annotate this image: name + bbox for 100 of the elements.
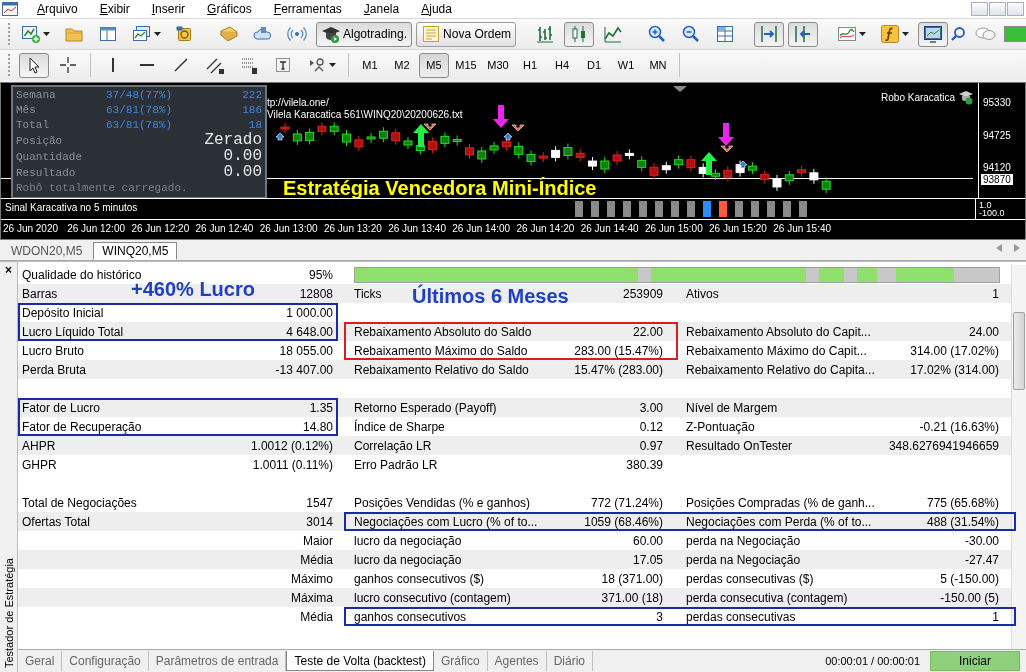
document-list-icon — [421, 24, 442, 44]
stat-label: Rebaixamento Máximo do Capit... — [686, 343, 867, 358]
info-value: 222 — [241, 88, 262, 103]
scrollbar[interactable] — [1011, 265, 1026, 649]
up-marker-icon — [738, 160, 748, 169]
stat-label: Rebaixamento Máximo do Saldo — [354, 343, 528, 358]
stat-label: Máxima — [291, 590, 333, 605]
toolbar-button[interactable] — [19, 52, 49, 78]
menu-item[interactable]: Janela — [352, 2, 411, 16]
tester-tab[interactable]: Teste de Volta (backtest) — [286, 651, 434, 671]
stat-label: perdas consecutivas — [686, 609, 796, 624]
start-button[interactable]: Iniciar — [930, 651, 1020, 671]
stat-value: 371.00 (18) — [601, 590, 663, 605]
timeframe-button[interactable]: D1 — [579, 52, 609, 78]
menu-item[interactable]: Arquivo — [26, 2, 89, 16]
stat-value: 22.00 — [632, 324, 663, 339]
candle — [760, 169, 770, 184]
candle — [403, 136, 413, 150]
time-label: 26 Jun 15:40 — [773, 223, 832, 234]
timeframe-button[interactable]: M1 — [355, 52, 385, 78]
chart-plus-icon — [21, 24, 41, 44]
time-label: 26 Jun 15:20 — [709, 223, 767, 234]
chart-window-icon — [132, 24, 152, 44]
candle — [674, 155, 684, 170]
timeframe-button[interactable]: H4 — [547, 52, 577, 78]
stat-label: AHPR — [22, 438, 56, 453]
down-marker-icon — [423, 123, 437, 131]
stat-value: 0.12 — [639, 419, 663, 434]
stat-value: 488 (31.54%) — [926, 514, 999, 529]
time-label: 26 Jun 12:00 — [67, 223, 125, 234]
timeframe-button[interactable]: H1 — [515, 52, 545, 78]
stat-label: Fator de Recuperação — [22, 419, 142, 434]
tester-tab[interactable]: Agentes — [487, 651, 547, 671]
timeframe-button[interactable]: M2 — [387, 52, 417, 78]
menu-item[interactable]: Ajuda — [410, 2, 463, 16]
tester-tab[interactable]: Diário — [546, 651, 593, 671]
menu-item[interactable]: Gráficos — [196, 2, 263, 16]
candle — [317, 121, 327, 136]
close-button[interactable]: × — [5, 264, 12, 276]
candle — [686, 155, 696, 173]
vertical-line-icon — [112, 58, 114, 72]
caret-icon — [43, 32, 50, 36]
stat-value: 15.47% (283.00) — [574, 362, 663, 377]
candle — [292, 129, 302, 146]
candle — [809, 168, 819, 185]
toolbar-button[interactable] — [564, 21, 595, 47]
menu-item[interactable]: Inserir — [140, 2, 197, 16]
toolbar-button[interactable] — [754, 21, 785, 47]
candle — [305, 127, 315, 145]
info-label: Resultado — [16, 166, 77, 181]
stat-value: -0.21 (16.63%) — [919, 419, 999, 434]
stat-value: 1059 (68.46%) — [584, 514, 663, 529]
function-icon — [880, 24, 901, 44]
stat-value: 17.02% (314.00) — [910, 362, 999, 377]
menu-item[interactable]: Ferramentas — [262, 2, 353, 16]
stat-label: Negociações com Perda (% of to... — [686, 514, 872, 529]
monitor-icon — [923, 24, 944, 44]
stat-value: -150.00 (5) — [940, 590, 999, 605]
stat-label: Correlação LR — [354, 438, 432, 453]
tester-tab[interactable]: Gráfico — [433, 651, 488, 671]
timeframe-button[interactable]: M15 — [451, 52, 481, 78]
search-icon[interactable] — [950, 26, 967, 42]
info-label: Mês — [16, 103, 37, 118]
window-icon — [98, 24, 118, 44]
algotrading-button[interactable]: Algotrading. — [316, 21, 413, 47]
stat-label: Z-Pontuação — [686, 419, 755, 434]
new-order-button[interactable]: Nova Ordem — [416, 21, 517, 47]
stat-value: 1 — [992, 286, 999, 301]
up-marker-icon — [275, 132, 285, 141]
chart-tab[interactable]: WINQ20,M5 — [93, 242, 178, 260]
candle — [784, 170, 794, 186]
chart-tab[interactable]: WDON20,M5 — [2, 242, 92, 260]
info-value: 63/81(78%) — [106, 103, 173, 118]
stat-value: 1.35 — [309, 400, 333, 415]
timeframe-button[interactable]: MN — [643, 52, 673, 78]
toolbar-button[interactable] — [918, 21, 949, 47]
bar-chart-icon — [535, 24, 556, 44]
toolbar-button[interactable] — [788, 21, 819, 47]
tester-tab[interactable]: Configuração — [62, 651, 149, 671]
stat-label: Lucro Líquido Total — [22, 324, 124, 339]
stat-label: perda na Negociação — [686, 533, 801, 548]
triangle-marker-icon — [673, 86, 687, 92]
graduation-cap-icon — [321, 24, 341, 44]
timeframe-button[interactable]: M30 — [483, 52, 513, 78]
up-marker-icon — [503, 132, 513, 141]
caret-icon — [902, 32, 910, 36]
stat-value: 3014 — [306, 514, 333, 529]
price-tick: 94120 — [983, 162, 1011, 173]
candle — [391, 128, 401, 146]
candle — [624, 148, 634, 160]
timeframe-button[interactable]: W1 — [611, 52, 641, 78]
timeframe-button[interactable]: M5 — [419, 52, 449, 78]
menu-item[interactable]: Exibir — [88, 2, 141, 16]
candle — [637, 155, 647, 172]
stat-label: Índice de Sharpe — [354, 419, 445, 434]
candle — [342, 129, 351, 147]
stat-label: perdas consecutivas ($) — [686, 571, 814, 586]
info-value: 0.00 — [222, 149, 262, 164]
candle — [489, 141, 499, 155]
tester-tab[interactable]: Geral — [18, 651, 63, 671]
